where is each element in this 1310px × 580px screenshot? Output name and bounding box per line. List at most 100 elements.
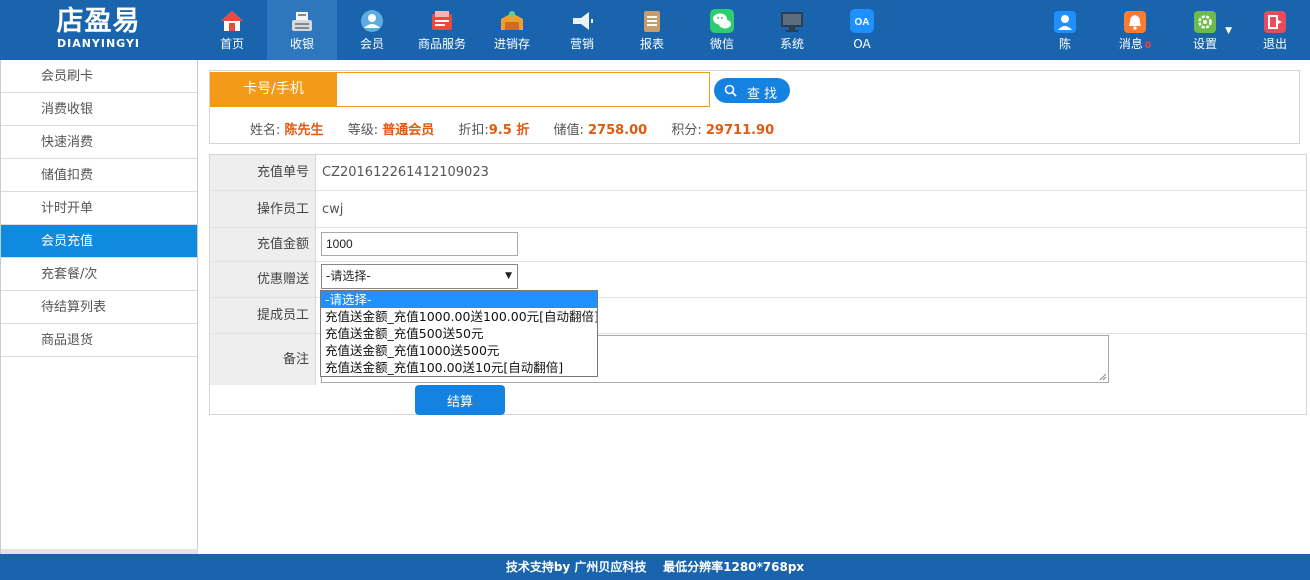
sidebar-item-quick-consume[interactable]: 快速消费 [1,126,197,159]
bonus-select[interactable]: -请选择- ▼ [321,264,518,289]
nav-system[interactable]: 系统 [757,0,827,60]
bonus-select-value: -请选择- [326,269,371,283]
user-menu[interactable]: 陈 [1030,0,1100,60]
footer-text: 技术支持by 广州贝应科技 最低分辨率1280*768px [505,560,805,574]
nav-cashier-label: 收银 [289,37,314,51]
main-nav: 首页 收银 会员 商品服务 进销存 营销 报表 微信 系统 OA OA [197,0,897,60]
member-name-label: 姓名: [250,123,281,138]
user-icon [1054,11,1076,33]
svg-text:OA: OA [855,17,870,28]
wechat-icon [709,8,735,34]
nav-wechat[interactable]: 微信 [687,0,757,60]
logout-button[interactable]: 退出 [1240,0,1310,60]
checkout-button[interactable]: 结算 [415,385,505,415]
bonus-option[interactable]: 充值送金额_充值1000.00送100.00元[自动翻倍] [321,308,597,325]
logo-sub: DIANYINGYI [56,37,141,50]
member-name: 陈先生 [284,123,324,138]
amount-label: 充值金额 [210,228,316,261]
search-button[interactable]: 查找 [714,78,790,103]
nav-cashier[interactable]: 收银 [267,0,337,60]
message-label: 消息 [1118,37,1143,51]
nav-report[interactable]: 报表 [617,0,687,60]
bonus-option[interactable]: -请选择- [321,291,597,308]
commission-label: 提成员工 [210,298,316,333]
nav-marketing[interactable]: 营销 [547,0,617,60]
nav-member-label: 会员 [359,37,384,51]
card-phone-input[interactable] [336,72,710,107]
resize-grip-icon[interactable] [1098,372,1107,381]
nav-goods[interactable]: 商品服务 [407,0,477,60]
message-badge: 0 [1144,41,1152,51]
member-balance-label: 储值: [553,123,584,138]
settings-menu[interactable]: 设置 ▼ [1170,0,1240,60]
nav-home[interactable]: 首页 [197,0,267,60]
member-info: 姓名: 陈先生 等级: 普通会员 折扣:9.5 折 储值: 2758.00 积分… [250,119,794,138]
nav-goods-label: 商品服务 [417,37,466,51]
member-points: 29711.90 [705,123,775,138]
order-no-label: 充值单号 [210,155,316,190]
search-icon [724,84,737,97]
member-discount-label: 折扣: [458,123,489,138]
row-operator: 操作员工 cwj [210,191,1306,228]
card-phone-label: 卡号/手机 [210,72,337,107]
nav-system-label: 系统 [779,37,804,51]
nav-member[interactable]: 会员 [337,0,407,60]
search-button-label: 查找 [747,86,782,101]
cash-register-icon [289,8,315,34]
sidebar-item-member-recharge[interactable]: 会员充值 [1,225,197,258]
sidebar-item-pending-list[interactable]: 待结算列表 [1,291,197,324]
bonus-label: 优惠赠送 [210,262,316,297]
amount-input[interactable] [321,232,518,256]
member-icon [359,8,385,34]
sidebar-item-stored-deduct[interactable]: 储值扣费 [1,159,197,192]
sidebar-item-package-recharge[interactable]: 充套餐/次 [1,258,197,291]
sidebar-item-member-swipe[interactable]: 会员刷卡 [1,60,197,93]
logo-main: 店盈易 [56,6,141,37]
sidebar-item-goods-return[interactable]: 商品退货 [1,324,197,357]
gear-icon [1194,11,1216,33]
chevron-down-icon: ▼ [1225,26,1232,36]
bonus-option[interactable]: 充值送金额_充值1000送500元 [321,342,597,359]
member-level: 普通会员 [382,123,435,138]
message-menu[interactable]: 消息 0 [1100,0,1170,60]
nav-marketing-label: 营销 [569,37,594,51]
member-balance: 2758.00 [588,123,648,138]
logo: 店盈易 DIANYINGYI [0,0,197,60]
remark-label: 备注 [210,334,316,385]
user-name: 陈 [1058,37,1071,51]
row-amount: 充值金额 [210,228,1306,262]
order-no-value: CZ201612261412109023 [322,165,489,180]
operator-label: 操作员工 [210,191,316,227]
footer: 技术支持by 广州贝应科技 最低分辨率1280*768px [0,554,1310,580]
nav-oa[interactable]: OA OA [827,0,897,60]
bonus-option[interactable]: 充值送金额_充值100.00送10元[自动翻倍] [321,359,597,376]
sidebar-item-consume-checkout[interactable]: 消费收银 [1,93,197,126]
submit-row: 结算 [210,385,1306,415]
right-nav: 陈 消息 0 设置 ▼ 退出 [1030,0,1310,60]
nav-inventory[interactable]: 进销存 [477,0,547,60]
bell-icon [1124,11,1146,33]
goods-icon [429,8,455,34]
member-level-label: 等级: [347,123,379,138]
member-points-label: 积分: [671,123,702,138]
sidebar-item-timed-order[interactable]: 计时开单 [1,192,197,225]
monitor-icon [779,8,805,34]
oa-icon: OA [849,8,875,34]
bonus-option[interactable]: 充值送金额_充值500送50元 [321,325,597,342]
nav-oa-label: OA [853,37,871,51]
nav-wechat-label: 微信 [709,37,734,51]
logout-icon [1264,11,1286,33]
settings-label: 设置 [1192,37,1217,51]
nav-home-label: 首页 [219,37,244,51]
member-search-panel: 卡号/手机 查找 姓名: 陈先生 等级: 普通会员 折扣:9.5 折 储值: 2… [209,70,1300,144]
member-discount: 9.5 折 [488,123,530,138]
home-icon [219,8,245,34]
megaphone-icon [569,8,595,34]
bonus-dropdown-list: -请选择- 充值送金额_充值1000.00送100.00元[自动翻倍] 充值送金… [320,290,598,377]
report-icon [639,8,665,34]
dropdown-arrow-icon: ▼ [505,271,512,281]
operator-value: cwj [322,202,344,217]
nav-report-label: 报表 [639,37,664,51]
logout-label: 退出 [1262,37,1287,51]
top-header: 店盈易 DIANYINGYI 首页 收银 会员 商品服务 进销存 营销 报表 微… [0,0,1310,60]
